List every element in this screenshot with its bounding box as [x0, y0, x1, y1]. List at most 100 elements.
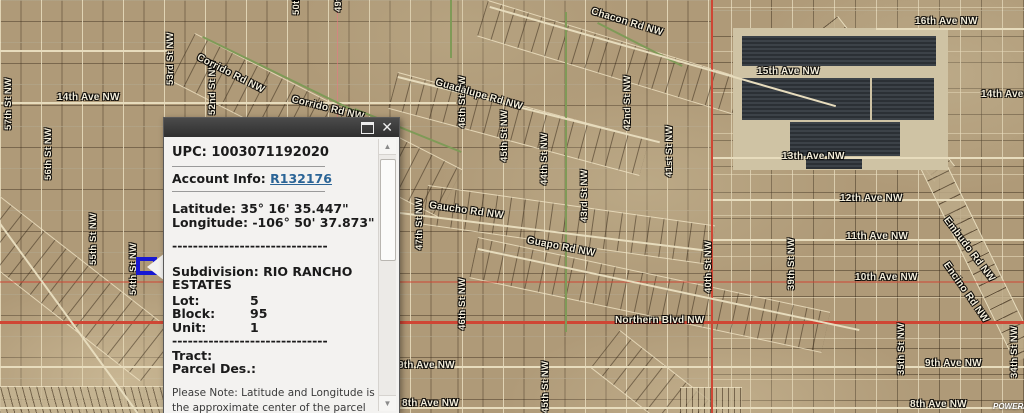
street-label: 16th Ave NW: [915, 16, 978, 27]
road-guapo: [478, 248, 860, 331]
parcel-band: [469, 237, 830, 353]
maximize-icon[interactable]: [361, 122, 374, 134]
road-green-diag: [597, 22, 683, 67]
street-label: Northern Blvd NW: [615, 315, 704, 326]
solar-panels: [872, 78, 934, 120]
divider: [172, 191, 325, 192]
street-label: Guadalupe Rd NW: [434, 77, 524, 112]
dashed-separator: ------------------------------: [172, 239, 379, 253]
parcel-map-viewer[interactable]: 14th Ave NW16th Ave NW15th Ave NW14th Av…: [0, 0, 1024, 413]
map-grid-center: [440, 0, 711, 413]
road-northern-blvd: [0, 321, 1024, 324]
street-label: Encino Rd NW: [941, 260, 991, 325]
parcel-band: [422, 185, 715, 265]
tract-row: Tract:: [172, 349, 379, 363]
longitude-label: Longitude:: [172, 215, 248, 230]
street-label: 50th St NW: [291, 0, 302, 15]
dashed-separator: ------------------------------: [172, 334, 379, 348]
street-label: 43rd St NW: [579, 169, 590, 222]
street-label: 11th Ave NW: [846, 231, 908, 242]
street-label: 34th St NW: [1009, 326, 1020, 378]
street-label: 14th Ave NW: [981, 89, 1024, 100]
street-label: 46th St NW: [457, 278, 468, 330]
parcel-band: [388, 72, 649, 176]
road-guadalupe: [398, 76, 660, 143]
street-label: Embudo Rd NW: [941, 215, 997, 284]
road-gaucho: [400, 212, 708, 252]
divider: [172, 166, 325, 167]
solar-panels: [806, 157, 862, 169]
street-label: Chacon Rd NW: [590, 6, 665, 38]
account-row: Account Info: R132176: [172, 172, 379, 186]
lot-value: 5: [250, 294, 259, 308]
road-red-vertical: [711, 0, 713, 413]
street-label: 49th St NW: [333, 0, 344, 12]
street-label: Guapo Rd NW: [526, 235, 596, 259]
unit-value: 1: [250, 321, 259, 335]
street-label: 56th St NW: [43, 128, 54, 180]
block-row: Block: 95: [172, 307, 379, 321]
hatched-parcels: [680, 387, 742, 413]
longitude-row: Longitude: -106° 50' 37.873": [172, 216, 379, 230]
parcel-des-row: Parcel Des.:: [172, 362, 379, 376]
street-label: 46th St NW: [457, 76, 468, 128]
block-value: 95: [250, 307, 267, 321]
lot-row: Lot: 5: [172, 294, 379, 308]
street-label: 9th Ave NW: [925, 358, 982, 369]
road-green-vertical: [450, 0, 452, 58]
note-text: Please Note: Latitude and Longitude is t…: [172, 386, 379, 413]
street-label: 53rd St NW: [165, 32, 176, 85]
parcel-info-popup: ✕ UPC: 1003071192020 Account Info: R1321…: [163, 117, 400, 413]
scrollbar-thumb[interactable]: [380, 159, 396, 261]
parcel-band: [0, 196, 177, 382]
street-label: 40th St NW: [703, 241, 714, 293]
street-label: 35th St NW: [896, 323, 907, 375]
lot-label: Lot:: [172, 294, 250, 308]
road: [0, 50, 168, 52]
road-pink-vertical: [337, 0, 338, 117]
block-label: Block:: [172, 307, 250, 321]
road-11th-ave: [713, 239, 1024, 241]
account-link[interactable]: R132176: [270, 171, 332, 186]
street-label: 55th St NW: [88, 213, 99, 265]
upc-label: UPC:: [172, 145, 207, 160]
street-label: 45th St NW: [540, 361, 551, 413]
popup-titlebar[interactable]: ✕: [164, 118, 399, 137]
street-label: 44th St NW: [539, 133, 550, 185]
road-green-vertical: [565, 12, 567, 332]
unit-label: Unit:: [172, 321, 250, 335]
street-label: Gaucho Rd NW: [428, 200, 504, 221]
street-label: 9th Ave NW: [398, 360, 455, 371]
street-label: 47th St NW: [414, 198, 425, 250]
scroll-up-icon[interactable]: ▲: [379, 139, 396, 155]
scroll-down-icon[interactable]: ▼: [379, 395, 396, 411]
street-label: 14th Ave NW: [57, 92, 120, 103]
street-label: 57th St NW: [3, 78, 14, 130]
road-10th-ave-red: [0, 281, 1024, 283]
street-label: 8th Ave NW: [402, 398, 459, 409]
street-label: 10th Ave NW: [855, 272, 918, 283]
street-label: Corrido Rd NW: [195, 52, 266, 96]
road-12th-ave: [713, 199, 1024, 201]
street-label: 41st St NW: [664, 125, 675, 177]
account-label: Account Info:: [172, 171, 266, 186]
road-14th-ave: [0, 102, 456, 104]
street-label: 42nd St NW: [622, 75, 633, 130]
road-9th-ave: [0, 366, 1024, 368]
road-sw-diagonal: [0, 222, 141, 413]
powered-watermark: POWERED: [993, 402, 1024, 411]
subdivision-row: Subdivision: RIO RANCHO ESTATES: [172, 265, 379, 292]
close-icon[interactable]: ✕: [381, 121, 393, 135]
street-label: 45th St NW: [499, 110, 510, 162]
latitude-row: Latitude: 35° 16' 35.447": [172, 202, 379, 216]
unit-row: Unit: 1: [172, 321, 379, 335]
popup-body: UPC: 1003071192020 Account Info: R132176…: [164, 137, 399, 413]
street-label: 39th St NW: [786, 238, 797, 290]
solar-panels: [742, 36, 936, 66]
popup-content: UPC: 1003071192020 Account Info: R132176…: [172, 137, 379, 413]
solar-panels: [742, 78, 870, 120]
street-label: 12th Ave NW: [840, 193, 903, 204]
popup-scrollbar[interactable]: ▲ ▼: [378, 139, 396, 411]
street-label: 8th Ave NW: [910, 399, 967, 410]
diagonal-road-corridor: [921, 158, 1024, 363]
